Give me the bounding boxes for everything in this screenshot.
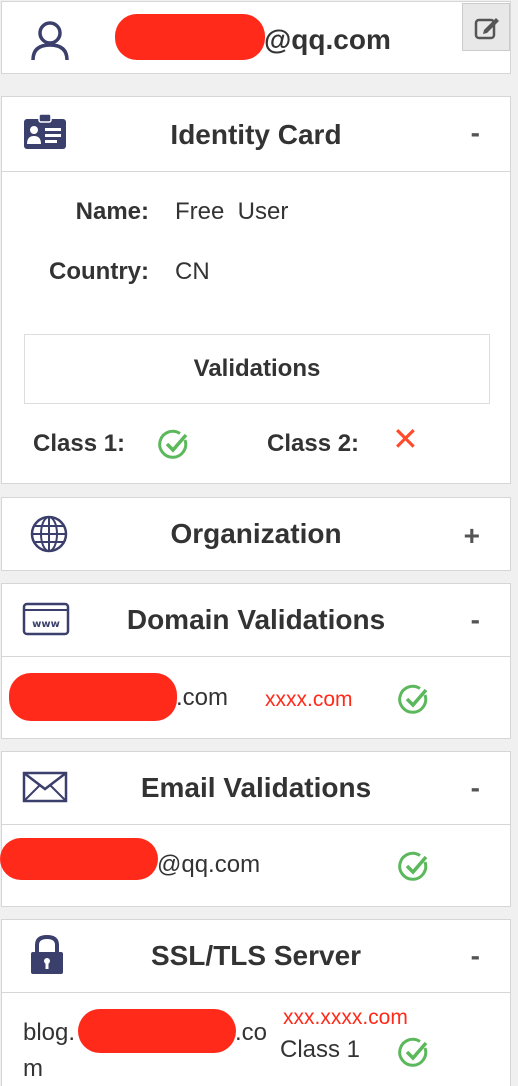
domain-validations-panel: www Domain Validations - .com xxxx.com [1, 583, 511, 739]
identity-card-header[interactable]: Identity Card - [2, 97, 510, 172]
ssl-check-icon [398, 1037, 428, 1067]
identity-card-panel: Identity Card - Name: Free User Country:… [1, 96, 511, 484]
ssl-host-secondary: xxx.xxxx.com [283, 1006, 408, 1029]
ssl-host-prefix: blog. [23, 1019, 76, 1046]
email-check-icon [398, 851, 428, 881]
redacted-email [0, 838, 158, 880]
ssl-tls-header[interactable]: SSL/TLS Server - [2, 920, 510, 993]
domain-check-icon [398, 684, 428, 714]
email-validations-title: Email Validations [140, 772, 372, 803]
ssl-tls-title: SSL/TLS Server [150, 940, 362, 971]
country-value: CN [175, 258, 210, 285]
domain-secondary: xxxx.com [265, 688, 353, 711]
account-panel: @qq.com [1, 1, 511, 74]
redacted-email-prefix [115, 14, 265, 60]
email-validations-toggle[interactable]: - [471, 772, 480, 804]
class2-label: Class 2: [267, 430, 360, 457]
name-label: Name: [75, 198, 149, 225]
ssl-class: Class 1 [280, 1036, 361, 1063]
email-suffix: @qq.com [157, 851, 261, 878]
class1-label: Class 1: [33, 430, 126, 457]
domain-suffix: .com [176, 684, 229, 711]
country-label: Country: [49, 258, 149, 285]
validations-title: Validations [193, 355, 321, 382]
ssl-host-wrap: m [23, 1055, 43, 1082]
identity-card-toggle[interactable]: - [471, 117, 480, 149]
class1-check-icon [158, 429, 188, 459]
account-email-suffix: @qq.com [264, 24, 391, 55]
name-value: Free User [175, 198, 289, 225]
domain-validations-header[interactable]: www Domain Validations - [2, 584, 510, 657]
edit-button[interactable] [462, 3, 510, 51]
domain-validations-title: Domain Validations [126, 604, 386, 635]
organization-panel[interactable]: Organization + [1, 497, 511, 571]
ssl-host-suffix: .co [235, 1019, 268, 1046]
ssl-tls-panel: SSL/TLS Server - blog. .co m xxx.xxxx.co… [1, 919, 511, 1086]
identity-card-title: Identity Card [170, 119, 342, 150]
organization-title: Organization [170, 518, 342, 549]
validations-box: Validations [24, 334, 490, 404]
email-validations-panel: Email Validations - @qq.com [0, 751, 511, 907]
email-validations-header[interactable]: Email Validations - [2, 752, 510, 825]
redacted-ssl-host [78, 1009, 236, 1053]
user-icon [31, 21, 69, 61]
redacted-domain [9, 673, 177, 721]
organization-toggle[interactable]: + [464, 520, 480, 552]
domain-validations-toggle[interactable]: - [471, 604, 480, 636]
class2-x-icon: ✕ [392, 421, 419, 457]
edit-icon [474, 18, 499, 40]
ssl-tls-toggle[interactable]: - [471, 940, 480, 972]
